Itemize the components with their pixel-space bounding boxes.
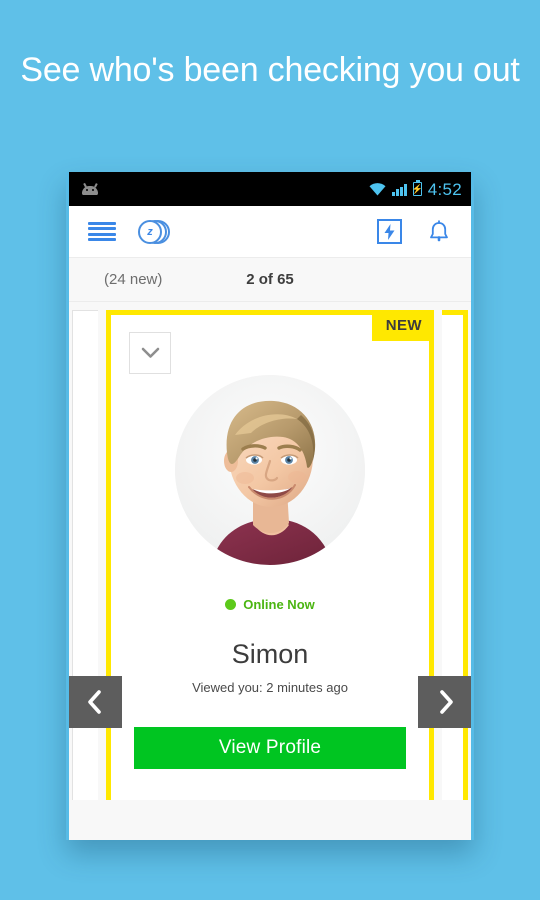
carousel-position-label: 2 of 65 bbox=[246, 271, 294, 288]
carousel-next-button[interactable] bbox=[418, 676, 474, 728]
online-status: Online Now bbox=[111, 597, 429, 612]
profile-name: Simon bbox=[231, 639, 309, 669]
profile-card[interactable]: NEW Online Now Simon Viewed you: 2 minut… bbox=[106, 310, 434, 808]
status-bar-indicators: ⚡ 4:52 bbox=[369, 179, 462, 199]
cellular-signal-icon bbox=[392, 183, 407, 196]
viewed-timestamp: Viewed you: 2 minutes ago bbox=[192, 680, 348, 695]
collapse-card-button[interactable] bbox=[129, 332, 171, 374]
page-title: See who's been checking you out bbox=[20, 51, 520, 89]
count-row: (24 new) 2 of 65 bbox=[66, 258, 474, 302]
app-bar: z bbox=[66, 206, 474, 258]
profile-carousel: NEW Online Now Simon Viewed you: 2 minut… bbox=[66, 302, 474, 840]
profile-photo bbox=[175, 375, 365, 565]
coin-stack-label: z bbox=[147, 225, 153, 238]
coin-stack-icon[interactable]: z bbox=[138, 218, 172, 246]
hamburger-menu-icon[interactable] bbox=[88, 221, 116, 242]
notification-bell-icon[interactable] bbox=[428, 219, 450, 244]
android-robot-icon bbox=[80, 182, 100, 196]
previous-card-peek[interactable] bbox=[72, 310, 98, 808]
status-bar: ⚡ 4:52 bbox=[66, 172, 474, 206]
promo-screen: See who's been checking you out ⚡ 4:52 z… bbox=[0, 0, 540, 900]
app-bar-actions bbox=[377, 219, 450, 244]
boost-lightning-icon[interactable] bbox=[377, 219, 402, 244]
avatar[interactable] bbox=[175, 375, 365, 565]
view-profile-button[interactable]: View Profile bbox=[134, 727, 406, 769]
chevron-down-icon bbox=[141, 347, 159, 358]
phone-mockup: ⚡ 4:52 z (24 new) 2 of 65 NEW Online Now… bbox=[66, 172, 474, 840]
carousel-prev-button[interactable] bbox=[66, 676, 122, 728]
online-dot-icon bbox=[225, 599, 237, 610]
status-badge: NEW bbox=[371, 310, 434, 341]
wifi-icon bbox=[369, 182, 386, 195]
chevron-right-icon bbox=[439, 690, 453, 714]
battery-charging-icon: ⚡ bbox=[412, 179, 423, 196]
phone-bottom-area bbox=[66, 800, 474, 840]
chevron-left-icon bbox=[87, 690, 101, 714]
status-bar-clock: 4:52 bbox=[427, 179, 462, 199]
next-card-peek[interactable] bbox=[442, 310, 468, 808]
online-status-label: Online Now bbox=[243, 597, 315, 612]
